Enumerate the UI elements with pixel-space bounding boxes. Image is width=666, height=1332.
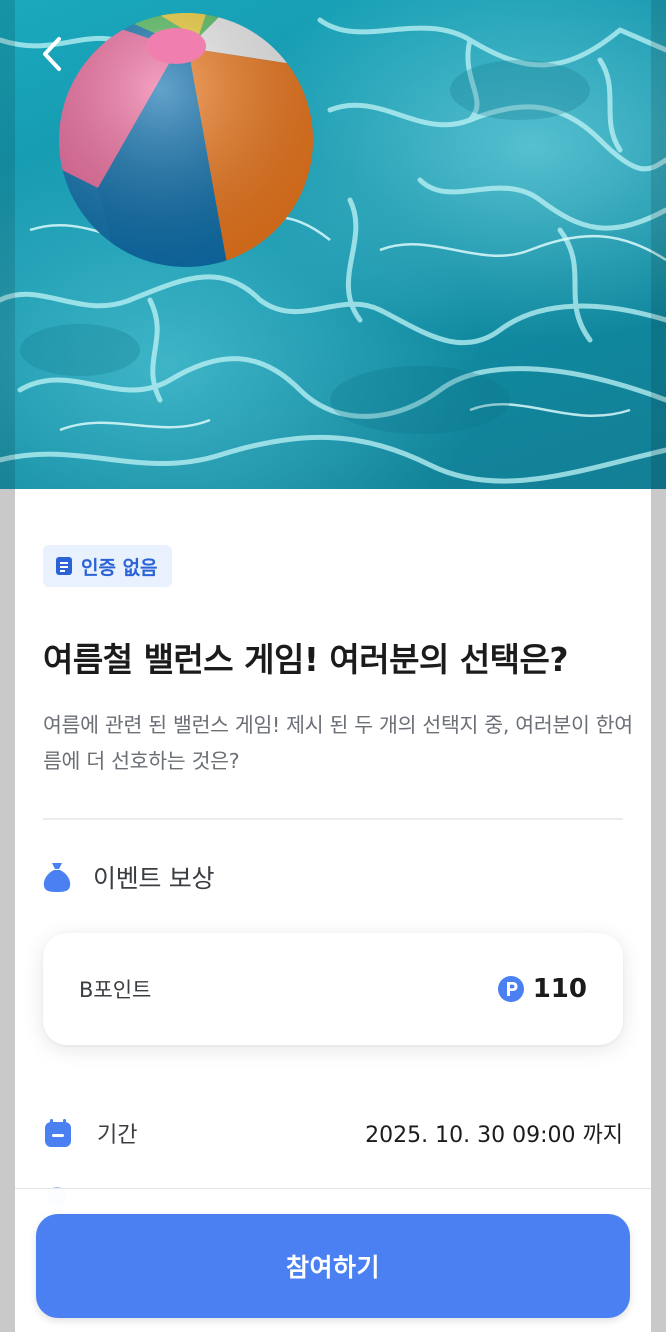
badge-label: 인증 없음 — [81, 556, 158, 579]
section-divider — [43, 818, 623, 820]
chevron-left-icon — [43, 37, 61, 71]
event-hero-image — [0, 0, 666, 489]
event-description: 여름에 관련 된 밸런스 게임! 제시 된 두 개의 선택지 중, 여러분이 한… — [43, 713, 633, 773]
reward-card: B포인트 110 — [43, 933, 623, 1045]
right-gutter — [651, 489, 666, 1332]
period-row: 기간 2025. 10. 30 09:00 까지 — [43, 1111, 623, 1155]
app-frame: 인증 없음 여름철 밸런스 게임! 여러분의 선택은? 여름에 관련 된 밸런스… — [0, 0, 666, 1332]
beach-ball-illustration — [59, 13, 313, 267]
period-label-group: 기간 — [43, 1117, 137, 1149]
participate-button[interactable]: 참여하기 — [36, 1214, 630, 1318]
back-button[interactable] — [30, 32, 74, 76]
period-value: 2025. 10. 30 09:00 까지 — [365, 1123, 623, 1148]
document-icon — [56, 557, 72, 575]
participate-button-label: 참여하기 — [285, 1254, 380, 1282]
reward-section-title: 이벤트 보상 — [93, 864, 215, 893]
verification-badge: 인증 없음 — [43, 545, 172, 587]
reward-value: 110 — [497, 974, 587, 1004]
hero-right-shade — [651, 0, 666, 489]
hero-left-shade — [0, 0, 15, 489]
period-label: 기간 — [97, 1123, 138, 1148]
left-gutter — [0, 489, 15, 1332]
reward-item-name: B포인트 — [79, 978, 152, 1002]
reward-section-header: 이벤트 보상 — [43, 859, 214, 895]
reward-amount: 110 — [532, 974, 587, 1004]
event-title: 여름철 밸런스 게임! 여러분의 선택은? — [43, 640, 569, 679]
point-coin-icon — [497, 976, 524, 1002]
money-bag-icon — [43, 863, 71, 892]
calendar-icon — [45, 1119, 71, 1147]
